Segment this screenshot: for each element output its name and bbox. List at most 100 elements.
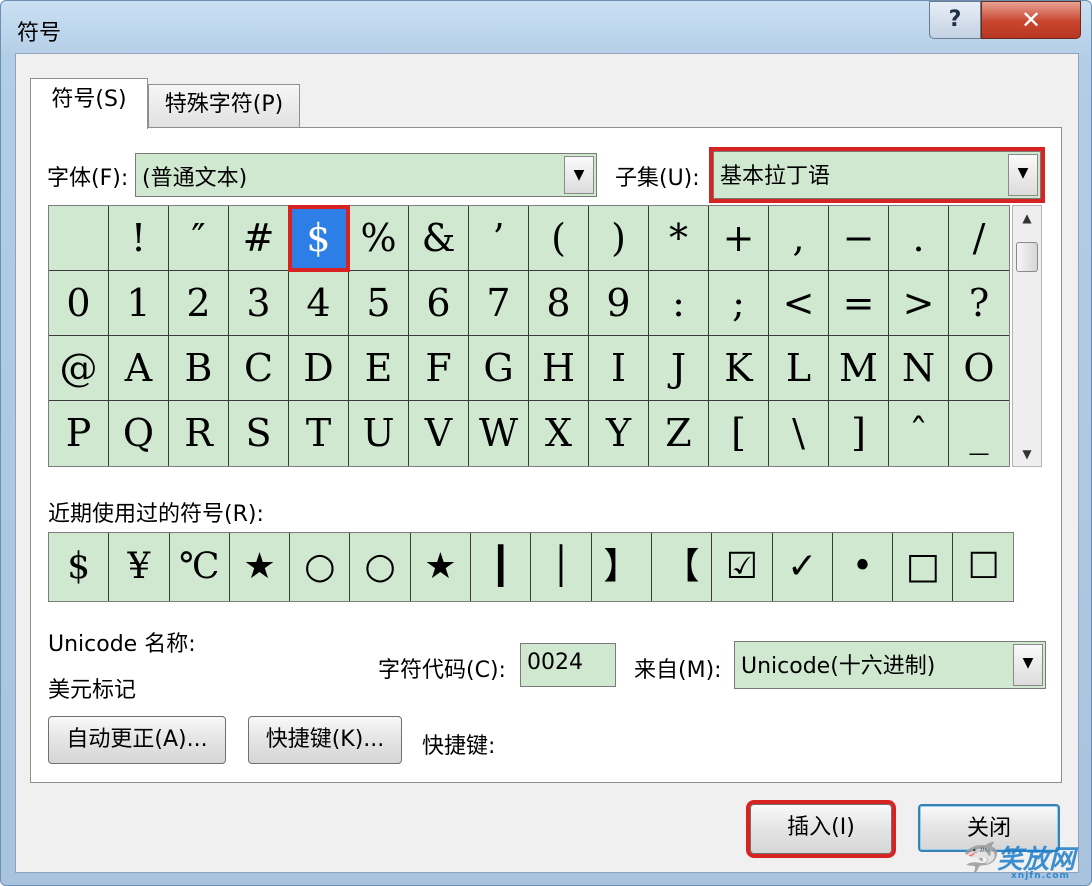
recent-symbol-cell[interactable]: □ <box>893 533 954 601</box>
symbol-cell[interactable]: ˆ <box>889 401 949 466</box>
subset-dropdown[interactable]: 基本拉丁语 ▼ <box>709 147 1045 203</box>
insert-button[interactable]: 插入(I) <box>746 800 896 858</box>
symbol-cell[interactable]: A <box>109 336 169 401</box>
help-button[interactable]: ? <box>929 1 981 39</box>
symbol-cell[interactable]: ? <box>949 271 1009 336</box>
recent-symbol-cell[interactable]: $ <box>49 533 110 601</box>
symbol-cell[interactable]: 0 <box>49 271 109 336</box>
symbol-cell[interactable]: 3 <box>229 271 289 336</box>
symbol-cell[interactable] <box>49 206 109 271</box>
recent-symbol-cell[interactable]: ○ <box>290 533 351 601</box>
recent-symbol-cell[interactable]: ☐ <box>953 533 1013 601</box>
recent-symbol-cell[interactable]: • <box>833 533 894 601</box>
recent-symbol-cell[interactable]: ★ <box>230 533 291 601</box>
recent-symbol-cell[interactable]: ☑ <box>712 533 773 601</box>
symbol-cell[interactable]: ’ <box>469 206 529 271</box>
symbol-cell[interactable]: : <box>649 271 709 336</box>
title-bar[interactable]: 符号 ? ✕ <box>1 1 1091 53</box>
symbol-cell[interactable]: ) <box>589 206 649 271</box>
symbol-cell[interactable]: 1 <box>109 271 169 336</box>
symbol-cell[interactable]: R <box>169 401 229 466</box>
symbol-cell[interactable]: B <box>169 336 229 401</box>
recent-symbol-cell[interactable]: ★ <box>411 533 472 601</box>
chevron-down-icon[interactable]: ▼ <box>564 156 594 194</box>
symbol-cell[interactable]: 5 <box>349 271 409 336</box>
symbol-cell[interactable]: Z <box>649 401 709 466</box>
symbol-cell[interactable]: % <box>349 206 409 271</box>
symbol-cell[interactable]: 6 <box>409 271 469 336</box>
symbol-cell[interactable]: E <box>349 336 409 401</box>
scrollbar-thumb[interactable] <box>1016 242 1038 272</box>
recent-symbol-cell[interactable]: ¥ <box>109 533 170 601</box>
symbol-cell[interactable]: < <box>769 271 829 336</box>
symbol-cell[interactable]: * <box>649 206 709 271</box>
font-dropdown[interactable]: (普通文本) ▼ <box>135 153 597 197</box>
tab-special-characters[interactable]: 特殊字符(P) <box>148 84 300 128</box>
symbol-cell[interactable]: T <box>289 401 349 466</box>
symbol-cell[interactable]: @ <box>49 336 109 401</box>
symbol-cell[interactable]: \ <box>769 401 829 466</box>
symbol-cell[interactable]: − <box>829 206 889 271</box>
symbol-cell[interactable]: 7 <box>469 271 529 336</box>
char-code-input[interactable]: 0024 <box>520 643 616 687</box>
symbol-cell[interactable]: Y <box>589 401 649 466</box>
tab-symbols[interactable]: 符号(S) <box>30 78 148 129</box>
symbol-cell[interactable]: L <box>769 336 829 401</box>
symbol-cell[interactable]: 9 <box>589 271 649 336</box>
recent-symbol-cell[interactable]: ℃ <box>170 533 230 601</box>
symbol-cell[interactable]: V <box>409 401 469 466</box>
symbol-cell[interactable]: X <box>529 401 589 466</box>
symbol-cell[interactable]: = <box>829 271 889 336</box>
recent-symbol-cell[interactable]: │ <box>531 533 592 601</box>
symbol-cell[interactable]: 2 <box>169 271 229 336</box>
symbol-cell[interactable]: N <box>889 336 949 401</box>
symbol-cell[interactable]: O <box>949 336 1009 401</box>
symbol-cell[interactable]: 4 <box>289 271 349 336</box>
symbol-cell[interactable]: S <box>229 401 289 466</box>
recent-symbol-cell[interactable]: ✓ <box>773 533 833 601</box>
symbol-grid-scrollbar[interactable]: ▲ ▼ <box>1012 205 1042 467</box>
symbol-cell[interactable]: G <box>469 336 529 401</box>
symbol-cell[interactable]: Q <box>109 401 169 466</box>
symbol-cell[interactable]: P <box>49 401 109 466</box>
symbol-cell[interactable]: J <box>649 336 709 401</box>
symbol-cell[interactable]: & <box>409 206 469 271</box>
symbol-cell[interactable]: ; <box>709 271 769 336</box>
symbol-cell[interactable]: ! <box>109 206 169 271</box>
symbol-cell[interactable]: I <box>589 336 649 401</box>
symbol-cell[interactable]: + <box>709 206 769 271</box>
symbol-cell[interactable]: _ <box>949 401 1009 466</box>
chevron-down-icon[interactable]: ▼ <box>1008 154 1038 196</box>
symbol-cell[interactable]: F <box>409 336 469 401</box>
window-close-button[interactable]: ✕ <box>981 1 1081 39</box>
symbol-cell[interactable]: # <box>229 206 289 271</box>
symbol-cell[interactable]: U <box>349 401 409 466</box>
symbol-cell[interactable]: ( <box>529 206 589 271</box>
symbol-cell[interactable]: [ <box>709 401 769 466</box>
symbol-cell[interactable]: M <box>829 336 889 401</box>
symbol-cell[interactable]: W <box>469 401 529 466</box>
symbol-cell[interactable]: K <box>709 336 769 401</box>
autocorrect-button[interactable]: 自动更正(A)... <box>48 716 226 764</box>
symbol-cell[interactable]: ] <box>829 401 889 466</box>
symbol-cell[interactable]: > <box>889 271 949 336</box>
symbol-cell[interactable]: H <box>529 336 589 401</box>
scroll-up-icon[interactable]: ▲ <box>1013 208 1041 228</box>
symbol-cell[interactable]: . <box>889 206 949 271</box>
shortcut-key-button[interactable]: 快捷键(K)... <box>248 716 402 764</box>
recent-symbol-cell[interactable]: ○ <box>350 533 411 601</box>
symbol-cell[interactable]: $ <box>288 205 350 272</box>
symbol-cell[interactable]: C <box>229 336 289 401</box>
from-dropdown[interactable]: Unicode(十六进制) ▼ <box>734 641 1046 689</box>
symbol-cell[interactable]: , <box>769 206 829 271</box>
recent-symbol-cell[interactable]: 【 <box>652 533 713 601</box>
recent-symbol-cell[interactable]: ┃ <box>471 533 532 601</box>
shark-logo-icon: 🦈 <box>959 841 997 876</box>
recent-symbol-cell[interactable]: 】 <box>592 533 652 601</box>
chevron-down-icon[interactable]: ▼ <box>1013 644 1043 686</box>
symbol-cell[interactable]: / <box>949 206 1009 271</box>
scroll-down-icon[interactable]: ▼ <box>1013 444 1041 464</box>
symbol-cell[interactable]: ″ <box>169 206 229 271</box>
symbol-cell[interactable]: D <box>289 336 349 401</box>
symbol-cell[interactable]: 8 <box>529 271 589 336</box>
